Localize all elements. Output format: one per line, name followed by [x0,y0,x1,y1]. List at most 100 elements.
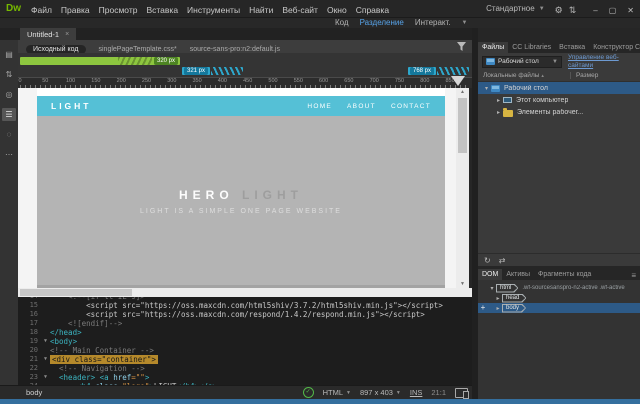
menu-Файл[interactable]: Файл [31,5,52,15]
insert-mode[interactable]: INS [410,388,423,397]
tab-close-icon[interactable]: × [65,31,69,38]
panel-tab-Конструктор CSS[interactable]: Конструктор CSS [589,42,640,53]
view-mode-Интеракт.[interactable]: Интеракт. [415,18,451,28]
dom-tag-pill[interactable]: body [502,304,526,313]
dom-node-head[interactable]: ▸head [478,293,640,303]
dom-chevron-icon[interactable]: ▸ [494,305,502,312]
design-vertical-scrollbar[interactable]: ▲ ▼ [456,88,469,288]
code-text[interactable]: <script src="https://oss.maxcdn.com/resp… [50,310,472,319]
code-text[interactable]: <script src="https://oss.maxcdn.com/html… [50,301,472,310]
menu-Окно[interactable]: Окно [327,5,347,15]
hero-title[interactable]: HERO LIGHT [37,188,445,202]
linting-icon[interactable]: ◌ [2,128,16,141]
close-button[interactable]: ✕ [627,6,634,15]
panel-tab-Фрагменты кода[interactable]: Фрагменты кода [534,269,595,280]
site-header[interactable]: LIGHT HOME ABOUT CONTACT [37,96,445,116]
device-preview-icon[interactable] [455,388,468,398]
hero-subtitle[interactable]: LIGHT IS A SIMPLE ONE PAGE WEBSITE [37,208,445,215]
manage-sites-link[interactable]: Управление веб-сайтами [568,54,628,69]
viewport-size-marker[interactable] [451,76,465,86]
tree-chevron-icon[interactable]: ▸ [494,109,503,116]
panel-tab-DOM[interactable]: DOM [478,269,502,280]
menu-Просмотр[interactable]: Просмотр [99,5,138,15]
code-line[interactable]: 23▼ <header> <a href=""> [18,373,472,382]
nav-link-home[interactable]: HOME [307,103,332,110]
updown-arrows-icon[interactable]: ⇅ [569,5,577,15]
code-line[interactable]: 21▼<div class="container"> [18,355,472,364]
tree-chevron-icon[interactable]: ▾ [482,85,491,92]
code-text[interactable]: <header> <a href=""> [50,373,472,382]
fold-arrow-icon[interactable]: ▼ [41,355,50,364]
fold-arrow-icon[interactable]: ▼ [41,337,50,346]
code-line[interactable]: 18</head> [18,328,472,337]
hero-section[interactable]: HERO LIGHT LIGHT IS A SIMPLE ONE PAGE WE… [37,116,445,288]
sync-files-icon[interactable]: ⇄ [499,256,506,265]
code-text[interactable]: <!-- Main Container --> [50,346,472,355]
code-text[interactable]: <![endif]--> [50,319,472,328]
code-line[interactable]: 16 <script src="https://oss.maxcdn.com/r… [18,310,472,319]
more-tools-icon[interactable]: ⋯ [2,148,16,161]
nav-link-contact[interactable]: CONTACT [391,103,431,110]
format-source-icon[interactable]: ☰ [2,108,16,121]
vertical-scroll-thumb[interactable] [458,98,467,153]
code-line[interactable]: 20<!-- Main Container --> [18,346,472,355]
tree-chevron-icon[interactable]: ▸ [494,97,503,104]
filter-related-files-icon[interactable] [457,42,466,51]
site-select[interactable]: Рабочий стол ▼ [482,56,562,68]
dom-tag-pill[interactable]: head [502,294,526,303]
minimize-button[interactable]: – [593,6,597,15]
code-line[interactable]: 17 <![endif]--> [18,319,472,328]
dom-chevron-icon[interactable]: ▸ [494,295,502,302]
rendered-page[interactable]: LIGHT HOME ABOUT CONTACT HERO LIGHT LIGHT … [37,88,445,288]
media-query-min-768[interactable]: 768 px [408,67,469,75]
code-text[interactable]: <!-- Navigation --> [50,364,472,373]
design-horizontal-scrollbar[interactable] [18,288,472,297]
panel-tab-CC Libraries[interactable]: CC Libraries [508,42,555,53]
live-view-caret-icon[interactable]: ▼ [462,18,468,28]
column-size[interactable]: Размер [570,72,598,79]
menu-Инструменты[interactable]: Инструменты [187,5,240,15]
panel-tab-Вставка[interactable]: Вставка [555,42,589,53]
code-view[interactable]: 14 <!--[if lt IE 9]>15 <script src="http… [18,297,472,385]
panel-tab-Активы[interactable]: Активы [502,269,534,280]
file-management-icon[interactable]: ⇅ [2,68,16,81]
code-line[interactable]: 15 <script src="https://oss.maxcdn.com/h… [18,301,472,310]
doc-type[interactable]: HTML [323,388,343,397]
tree-row-folder[interactable]: ▸Элементы рабочег... [478,106,640,118]
panel-menu-icon[interactable]: ≡ [631,271,636,280]
view-mode-Разделение[interactable]: Разделение [360,18,404,28]
scroll-down-icon[interactable]: ▼ [456,281,469,287]
code-text[interactable]: <body> [50,337,472,346]
menu-Найти[interactable]: Найти [249,5,273,15]
window-size[interactable]: 897 x 403 [360,388,393,397]
code-line[interactable]: 19▼<body> [18,337,472,346]
menu-Правка[interactable]: Правка [61,5,90,15]
workspace-switcher[interactable]: Стандартное [486,4,535,13]
code-text[interactable]: </head> [50,328,472,337]
media-query-min-321[interactable]: 321 px [182,67,243,75]
dom-node-body[interactable]: + ▸body [478,303,640,313]
menu-Вставка[interactable]: Вставка [146,5,178,15]
menu-Справка[interactable]: Справка [356,5,389,15]
add-element-icon[interactable]: + [478,303,488,313]
tag-selector[interactable]: body [26,388,42,397]
panel-tab-Файлы[interactable]: Файлы [478,42,508,53]
find-in-files-icon[interactable]: ◎ [2,88,16,101]
view-mode-Код[interactable]: Код [335,18,349,28]
scroll-up-icon[interactable]: ▲ [456,89,469,95]
code-line[interactable]: 22 <!-- Navigation --> [18,364,472,373]
design-view[interactable]: LIGHT HOME ABOUT CONTACT HERO LIGHT LIGHT … [18,88,472,288]
fold-arrow-icon[interactable]: ▼ [41,373,50,382]
dom-chevron-icon[interactable]: ▾ [488,285,496,292]
open-documents-icon[interactable]: ▤ [2,48,16,61]
nav-link-about[interactable]: ABOUT [347,103,376,110]
site-logo[interactable]: LIGHT [51,101,92,111]
refresh-icon[interactable]: ↻ [484,256,491,265]
media-query-max-320[interactable]: 320 px [20,57,180,65]
dom-node-html[interactable]: ▾html.wf-sourcesanspro-n2-active .wf-act… [478,283,640,293]
tree-row-desktop[interactable]: ▾Рабочий стол [478,82,640,94]
related-file[interactable]: singlePageTemplate.css* [99,46,177,53]
tree-row-computer[interactable]: ▸Этот компьютер [478,94,640,106]
maximize-button[interactable]: ▢ [609,6,617,15]
dom-tag-pill[interactable]: html [496,284,518,293]
